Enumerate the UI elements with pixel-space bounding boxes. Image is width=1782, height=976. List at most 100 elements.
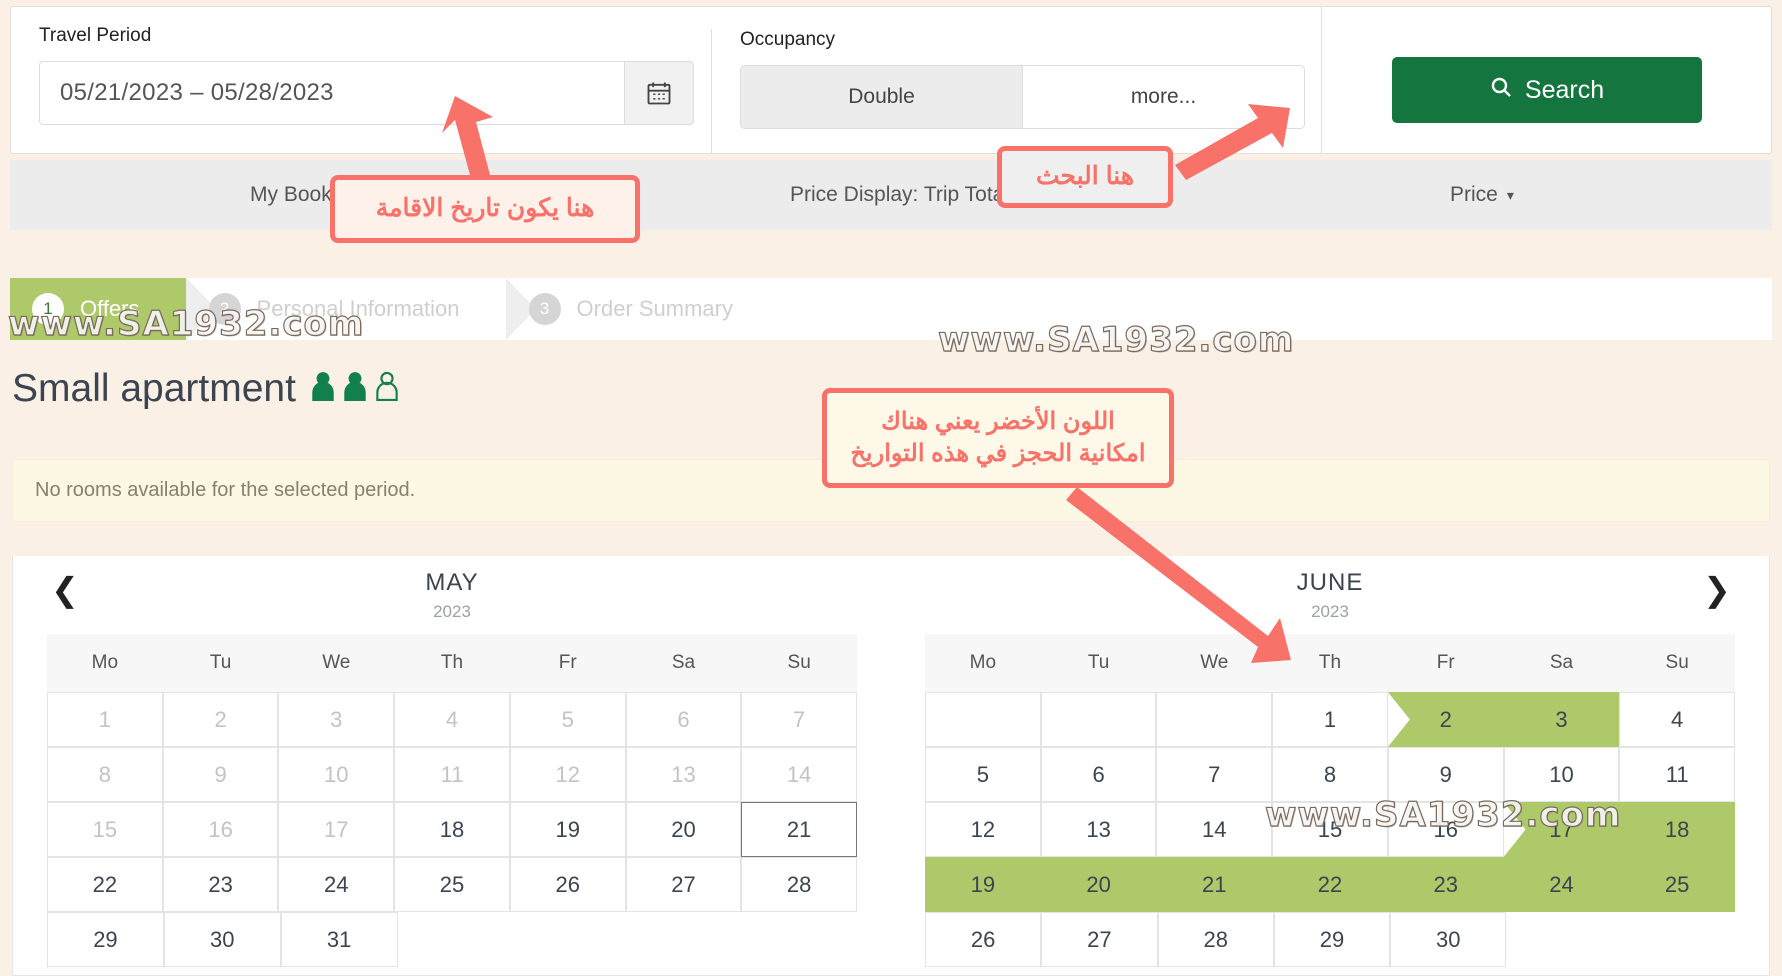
month-year: 2023 [1311,601,1349,621]
calendar-day-cell[interactable]: 24 [278,857,395,912]
calendar-day-cell[interactable]: 23 [162,857,279,912]
calendar-day-cell[interactable]: 1 [1272,692,1388,747]
calendar-day-cell[interactable]: 18 [1619,802,1736,857]
travel-period-input-group[interactable]: 05/21/2023 – 05/28/2023 [39,61,694,125]
day-of-week: Mo [969,652,997,673]
nav-price-label: Price [1450,183,1498,206]
calendar-day-cell[interactable]: 30 [163,912,281,967]
search-icon [1489,75,1513,106]
person-filled-icon [342,367,368,411]
day-of-week: Th [440,652,464,673]
calendar-day-cell[interactable]: 22 [1272,857,1388,912]
calendar-day-cell[interactable]: 26 [925,912,1042,967]
calendar-header: ❮ MAY 2023 JUNE 2023 ❯ [13,556,1769,634]
calendar-day-cell[interactable]: 10 [1503,747,1620,802]
calendar-day-cell[interactable]: 20 [625,802,742,857]
calendar-day-cell[interactable]: 25 [1619,857,1736,912]
calendar-day-cell[interactable]: 6 [625,692,742,747]
calendar-day-cell[interactable]: 17 [278,802,395,857]
calendar-week-row: 29 30 31 [47,912,857,967]
calendar-day-cell[interactable]: 29 [1273,912,1391,967]
calendar-day-cell[interactable]: 4 [394,692,510,747]
calendar-empty-cell [627,912,742,967]
calendar-day-cell[interactable]: 16 [162,802,279,857]
calendar-empty-cell [1040,692,1157,747]
calendar-icon[interactable] [624,61,694,125]
day-of-week: Th [1318,652,1342,673]
calendar-day-cell[interactable]: 8 [47,747,163,802]
calendar-day-cell[interactable]: 7 [741,692,858,747]
calendar-day-cell[interactable]: 7 [1156,747,1273,802]
search-button[interactable]: Search [1391,57,1702,123]
calendar-empty-cell [512,912,627,967]
calendar-day-cell[interactable]: 14 [1156,802,1273,857]
calendar-day-cell[interactable]: 2 [162,692,279,747]
calendar-day-cell[interactable]: 10 [278,747,395,802]
calendar-day-cell[interactable]: 25 [394,857,510,912]
travel-period-field: Travel Period 05/21/2023 – 05/28/2023 [11,7,711,153]
calendar-day-cell[interactable]: 4 [1619,692,1736,747]
step-label: Order Summary [576,296,733,321]
travel-period-label: Travel Period [39,25,152,46]
calendar-day-cell[interactable]: 3 [278,692,395,747]
calendar-day-cell[interactable]: 6 [1040,747,1157,802]
calendar-month-june: JUNE 2023 [891,569,1769,622]
annotation-green-line1: اللون الأخضر يعني هناك [881,407,1115,435]
calendar-day-cell[interactable]: 15 [47,802,163,857]
calendar-week-row: 5 6 7 8 9 10 11 [925,747,1736,802]
day-of-week: Su [787,652,811,673]
annotation-green-line2: امكانية الحجز في هذه التواريخ [850,440,1146,467]
calendar-day-cell[interactable]: 8 [1272,747,1388,802]
calendar-day-cell[interactable]: 5 [509,692,626,747]
calendar-day-cell[interactable]: 9 [1387,747,1504,802]
calendar-day-cell[interactable]: 27 [1041,912,1158,967]
month-year: 2023 [433,601,471,621]
calendar-day-cell[interactable]: 27 [625,857,742,912]
watermark: www.SA1932.com [7,303,365,344]
calendar-day-cell[interactable]: 31 [280,912,398,967]
travel-period-input[interactable]: 05/21/2023 – 05/28/2023 [39,61,624,125]
calendar-week-row: 1234567 [47,692,858,747]
calendar-day-cell[interactable]: 13 [625,747,742,802]
search-bar: Travel Period 05/21/2023 – 05/28/2023 Oc… [10,6,1772,154]
calendar-day-cell[interactable]: 29 [47,912,164,967]
calendar-day-cell[interactable]: 28 [1157,912,1274,967]
occupancy-option-double[interactable]: Double [741,66,1023,128]
calendar-day-cell[interactable]: 21 [1156,857,1273,912]
calendar-day-cell[interactable]: 21 [741,802,858,857]
calendar-day-cell[interactable]: 18 [394,802,510,857]
calendar-day-cell[interactable]: 12 [509,747,626,802]
calendar-day-cell[interactable]: 2 [1387,692,1504,747]
calendar-day-cell[interactable]: 3 [1503,692,1620,747]
watermark: www.SA1932.com [1264,794,1622,835]
chevron-right-icon[interactable]: ❯ [1687,570,1747,609]
calendar-day-cell[interactable]: 11 [1619,747,1736,802]
calendar-day-cell[interactable]: 1 [47,692,163,747]
chevron-left-icon[interactable]: ❮ [35,570,95,609]
calendar-day-cell[interactable]: 20 [1040,857,1157,912]
calendar-day-cell[interactable]: 11 [394,747,510,802]
calendar-day-cell[interactable]: 12 [925,802,1041,857]
calendar-day-cell[interactable]: 28 [741,857,858,912]
calendar-day-cell[interactable]: 14 [741,747,858,802]
calendar-day-cell[interactable]: 22 [47,857,163,912]
calendar-day-cell[interactable]: 9 [162,747,279,802]
person-outline-icon [374,367,400,411]
watermark: www.SA1932.com [937,319,1295,360]
step-order-summary[interactable]: 3 Order Summary [507,278,779,340]
annotation-travel-date: هنا يكون تاريخ الاقامة [330,175,640,243]
calendar-day-cell[interactable]: 26 [509,857,626,912]
nav-item-price-sort[interactable]: Price ▾ [1450,183,1514,207]
calendar-day-cell[interactable]: 19 [509,802,626,857]
calendar-day-cell[interactable]: 23 [1387,857,1504,912]
calendar-day-cell[interactable]: 30 [1390,912,1507,967]
calendar-day-cell[interactable]: 19 [925,857,1041,912]
occupancy-option-more[interactable]: more... [1023,66,1304,128]
calendar-empty-cell [1156,692,1273,747]
apartment-name: Small apartment [12,367,296,410]
calendar-day-cell[interactable]: 13 [1040,802,1157,857]
nav-item-price-display[interactable]: Price Display: Trip Total [790,183,1009,207]
calendar-day-cell[interactable]: 24 [1503,857,1620,912]
occupancy-field: Occupancy Double more... [711,29,1321,153]
calendar-day-cell[interactable]: 5 [925,747,1041,802]
